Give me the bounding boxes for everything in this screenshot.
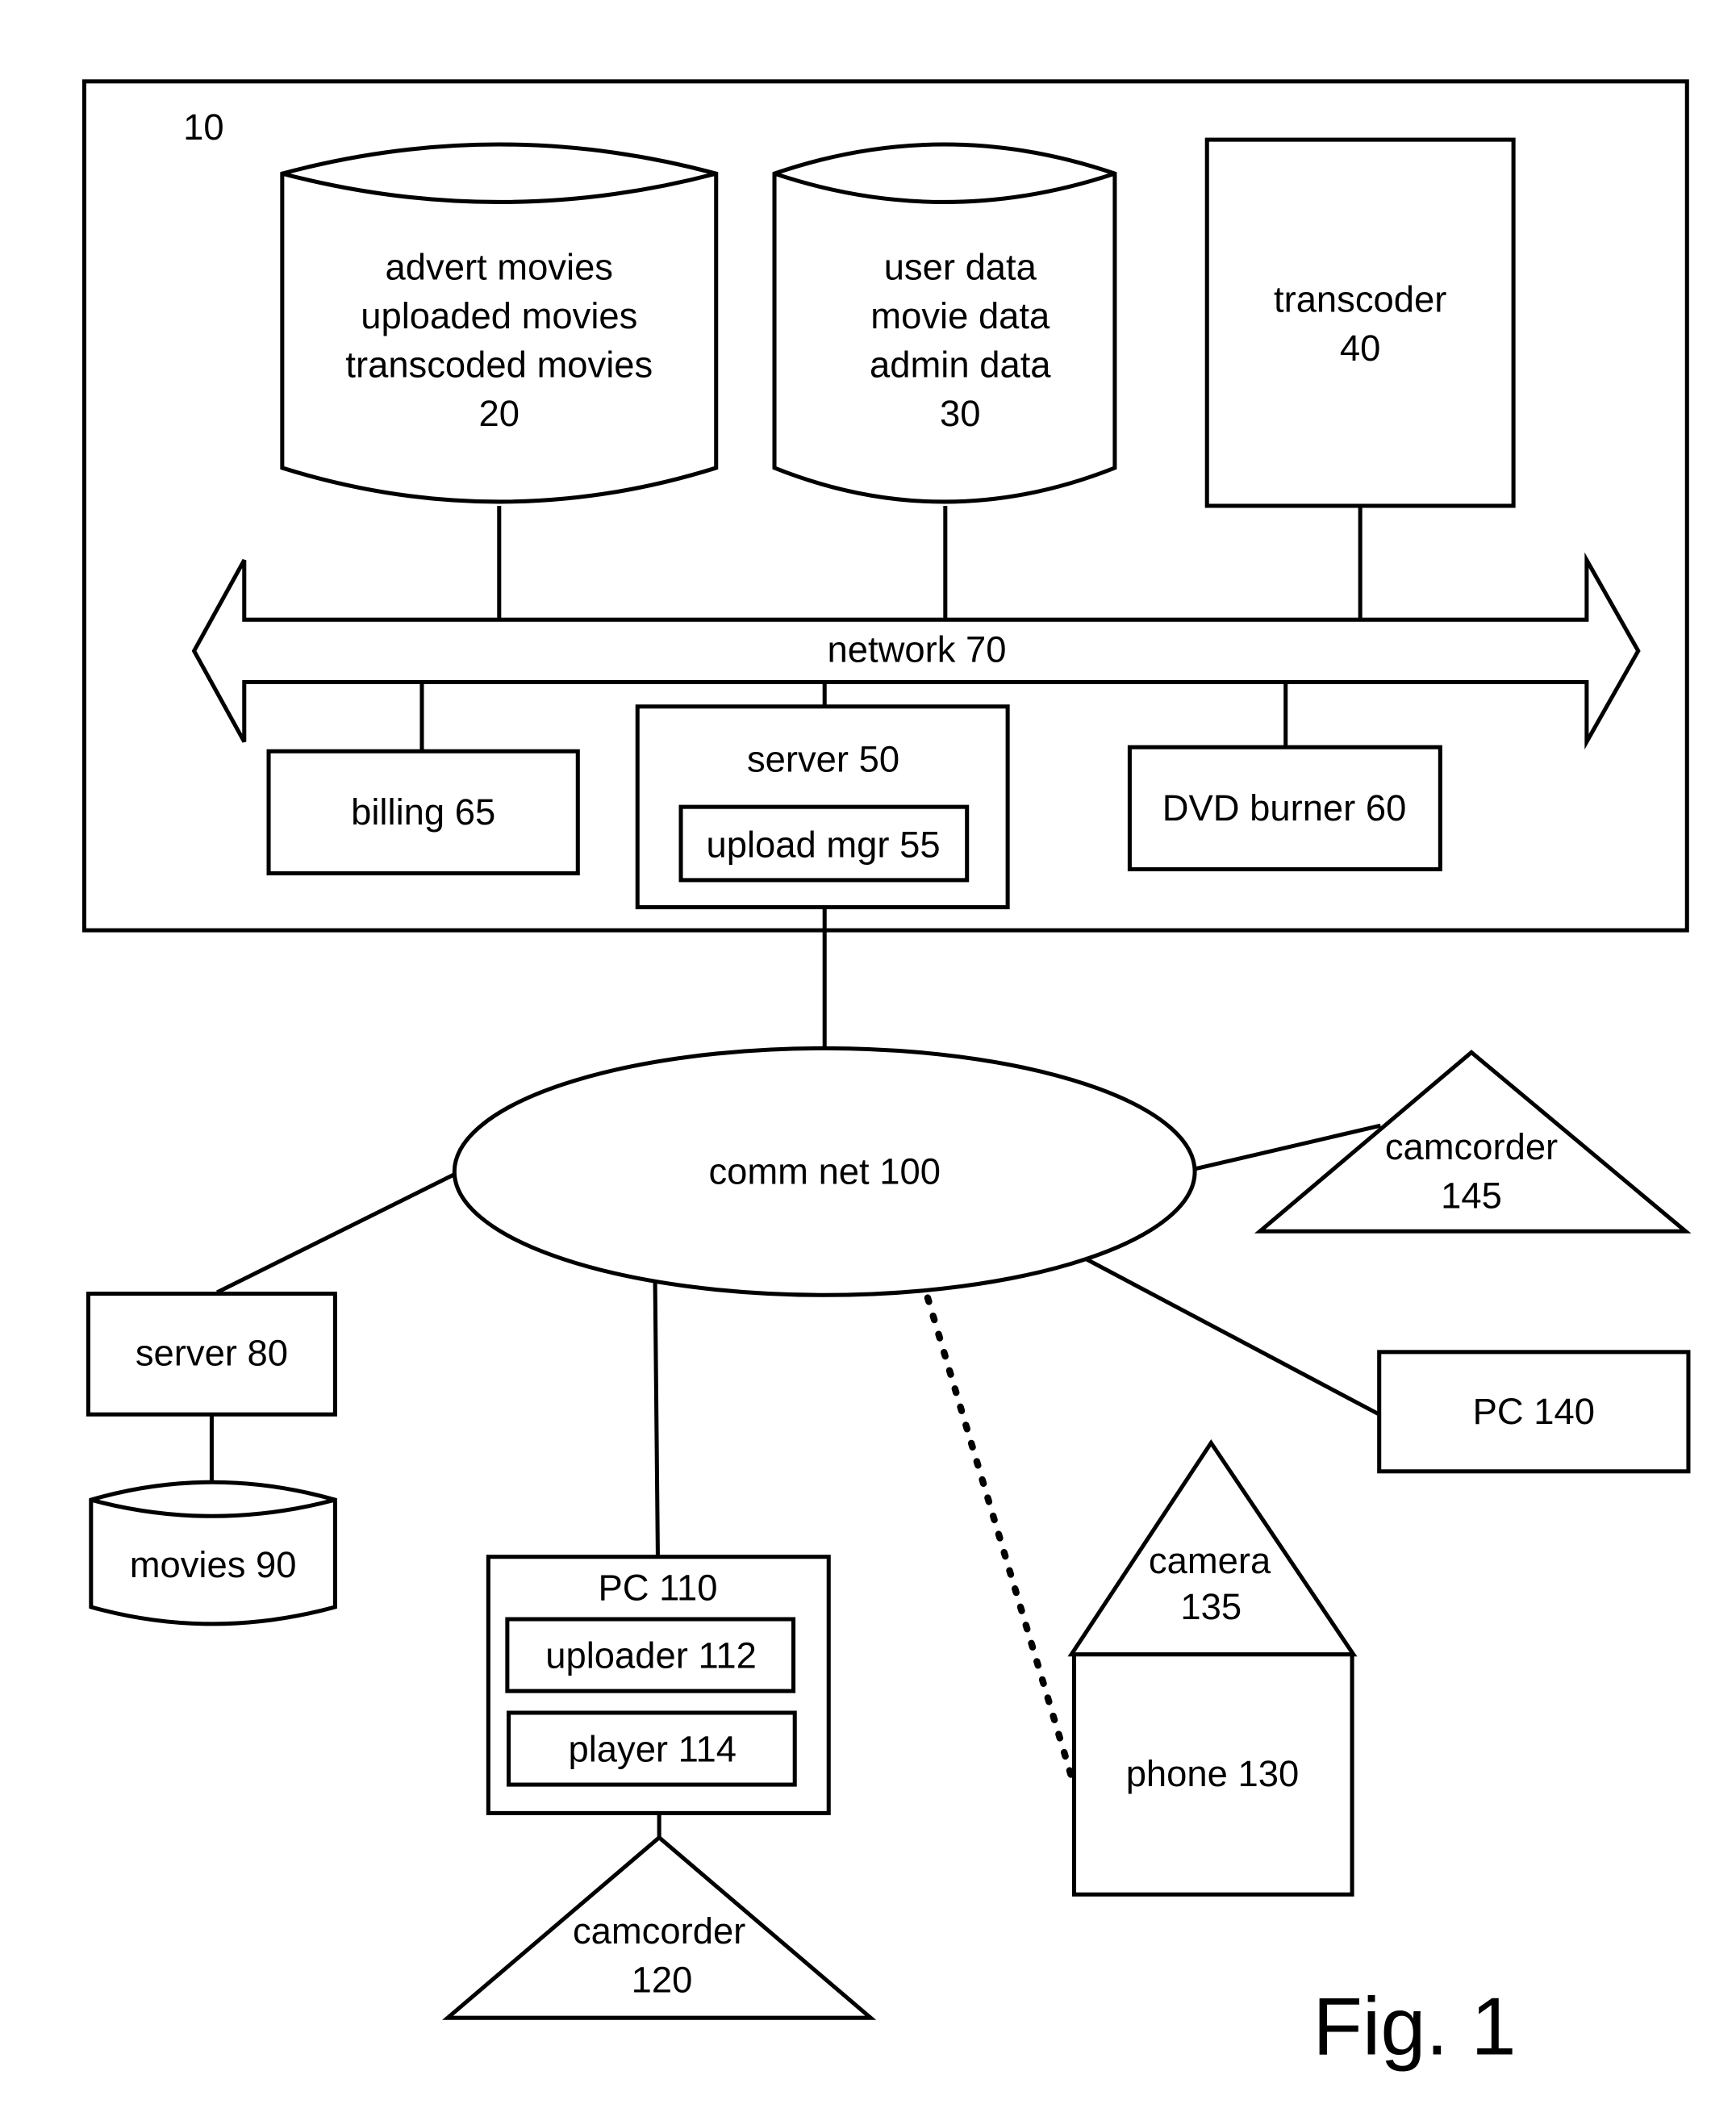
network-70-label: network 70 xyxy=(828,628,1007,670)
server-80-label: server 80 xyxy=(136,1333,288,1374)
connector-commnet-pc140 xyxy=(1083,1256,1380,1417)
transcoder-40-line-2: 40 xyxy=(1340,328,1380,369)
transcoder-40-box xyxy=(1204,137,1516,508)
transcoder-40-line-1: transcoder xyxy=(1274,279,1446,320)
camcorder-145-line-2: 145 xyxy=(1441,1175,1502,1217)
phone-130-label: phone 130 xyxy=(1126,1753,1300,1794)
camera-135-line-1: camera xyxy=(1149,1540,1271,1581)
connector-commnet-server80 xyxy=(216,1172,456,1295)
storage-20-line-3: transcoded movies xyxy=(345,344,653,385)
storage-20-line-4: 20 xyxy=(479,393,520,434)
connector-commnet-pc110 xyxy=(653,1283,660,1557)
billing-65-label: billing 65 xyxy=(351,791,495,833)
storage-30-line-3: admin data xyxy=(870,344,1051,385)
camcorder-145-line-1: camcorder xyxy=(1385,1126,1558,1167)
figure-label: Fig. 1 xyxy=(1312,1982,1516,2073)
player-114-label: player 114 xyxy=(568,1729,737,1770)
storage-20-line-2: uploaded movies xyxy=(361,295,637,336)
storage-30-line-2: movie data xyxy=(870,295,1050,336)
movies-90-label: movies 90 xyxy=(130,1544,297,1585)
connector-commnet-phone130[interactable] xyxy=(924,1294,1075,1781)
camcorder-120-line-2: 120 xyxy=(632,1959,693,2000)
storage-30-line-1: user data xyxy=(884,246,1037,287)
pc-140-label: PC 140 xyxy=(1473,1391,1595,1432)
system-ref-label: 10 xyxy=(183,106,223,148)
camera-135-line-2: 135 xyxy=(1180,1586,1241,1627)
storage-30-line-4: 30 xyxy=(940,393,980,434)
dvd-burner-60-label: DVD burner 60 xyxy=(1162,787,1407,829)
storage-20-line-1: advert movies xyxy=(386,246,613,287)
server-50-label: server 50 xyxy=(747,738,899,779)
camcorder-120-line-1: camcorder xyxy=(573,1910,745,1952)
system-diagram: 10 advert movies uploaded movies transco… xyxy=(81,79,1692,2073)
uploader-112-label: uploader 112 xyxy=(545,1635,757,1676)
upload-mgr-55-label: upload mgr 55 xyxy=(706,824,940,865)
pc-110-label: PC 110 xyxy=(598,1567,717,1608)
comm-net-100-label: comm net 100 xyxy=(708,1150,941,1192)
